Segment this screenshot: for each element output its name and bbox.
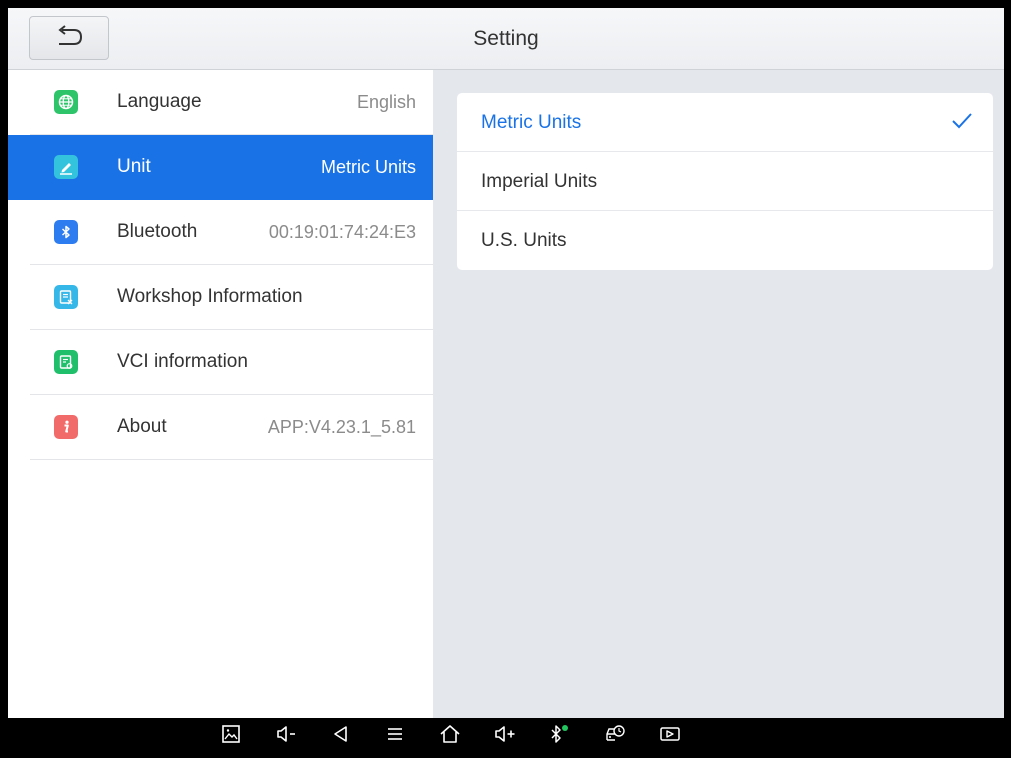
settings-sidebar: Language English Unit Metric Units Bluet… [8,70,433,718]
globe-icon [54,90,78,114]
volume-down-icon[interactable] [276,723,298,745]
sidebar-item-unit[interactable]: Unit Metric Units [8,135,433,200]
unit-option-metric[interactable]: Metric Units [457,93,993,152]
sidebar-item-bluetooth[interactable]: Bluetooth 00:19:01:74:24:E3 [30,200,433,265]
back-icon[interactable] [330,723,352,745]
vci-document-icon [54,350,78,374]
sidebar-item-label: Language [117,91,202,112]
bluetooth-icon [54,220,78,244]
unit-option-imperial[interactable]: Imperial Units [457,152,993,211]
screenshot-icon[interactable] [220,723,242,745]
info-icon [54,415,78,439]
sidebar-item-value: 00:19:01:74:24:E3 [268,222,416,242]
car-diagnostic-icon[interactable] [604,723,626,745]
workshop-document-icon [54,285,78,309]
unit-option-label: Imperial Units [481,171,598,192]
sidebar-item-label: Workshop Information [117,286,303,307]
sidebar-item-label: VCI information [117,351,248,372]
unit-options-list: Metric Units Imperial Units U.S. Units [457,93,993,270]
system-nav-bar [8,718,1004,750]
home-icon[interactable] [439,723,461,745]
sidebar-item-label: Unit [117,156,151,177]
unit-option-label: U.S. Units [481,230,567,251]
checkmark-icon [951,111,973,136]
unit-options-pane: Metric Units Imperial Units U.S. Units [433,70,1004,718]
sidebar-item-value: Metric Units [320,157,416,177]
sidebar-item-about[interactable]: About APP:V4.23.1_5.81 [30,395,433,460]
sidebar-item-value: APP:V4.23.1_5.81 [267,417,416,437]
sidebar-item-vci-information[interactable]: VCI information [30,330,433,395]
menu-icon[interactable] [384,723,406,745]
screen-record-icon[interactable] [659,723,681,745]
settings-screen: Setting Language English Unit Metric Uni… [8,8,1004,750]
bluetooth-status-icon[interactable] [548,723,570,745]
sidebar-item-language[interactable]: Language English [30,70,433,135]
unit-option-us[interactable]: U.S. Units [457,211,993,270]
sidebar-item-label: About [117,416,167,437]
sidebar-item-label: Bluetooth [117,221,198,242]
volume-up-icon[interactable] [494,723,516,745]
title-bar: Setting [8,8,1004,70]
page-title: Setting [473,27,539,50]
unit-option-label: Metric Units [481,112,582,133]
sidebar-item-value: English [356,92,416,112]
pencil-icon [54,155,78,179]
sidebar-item-workshop-information[interactable]: Workshop Information [30,265,433,330]
